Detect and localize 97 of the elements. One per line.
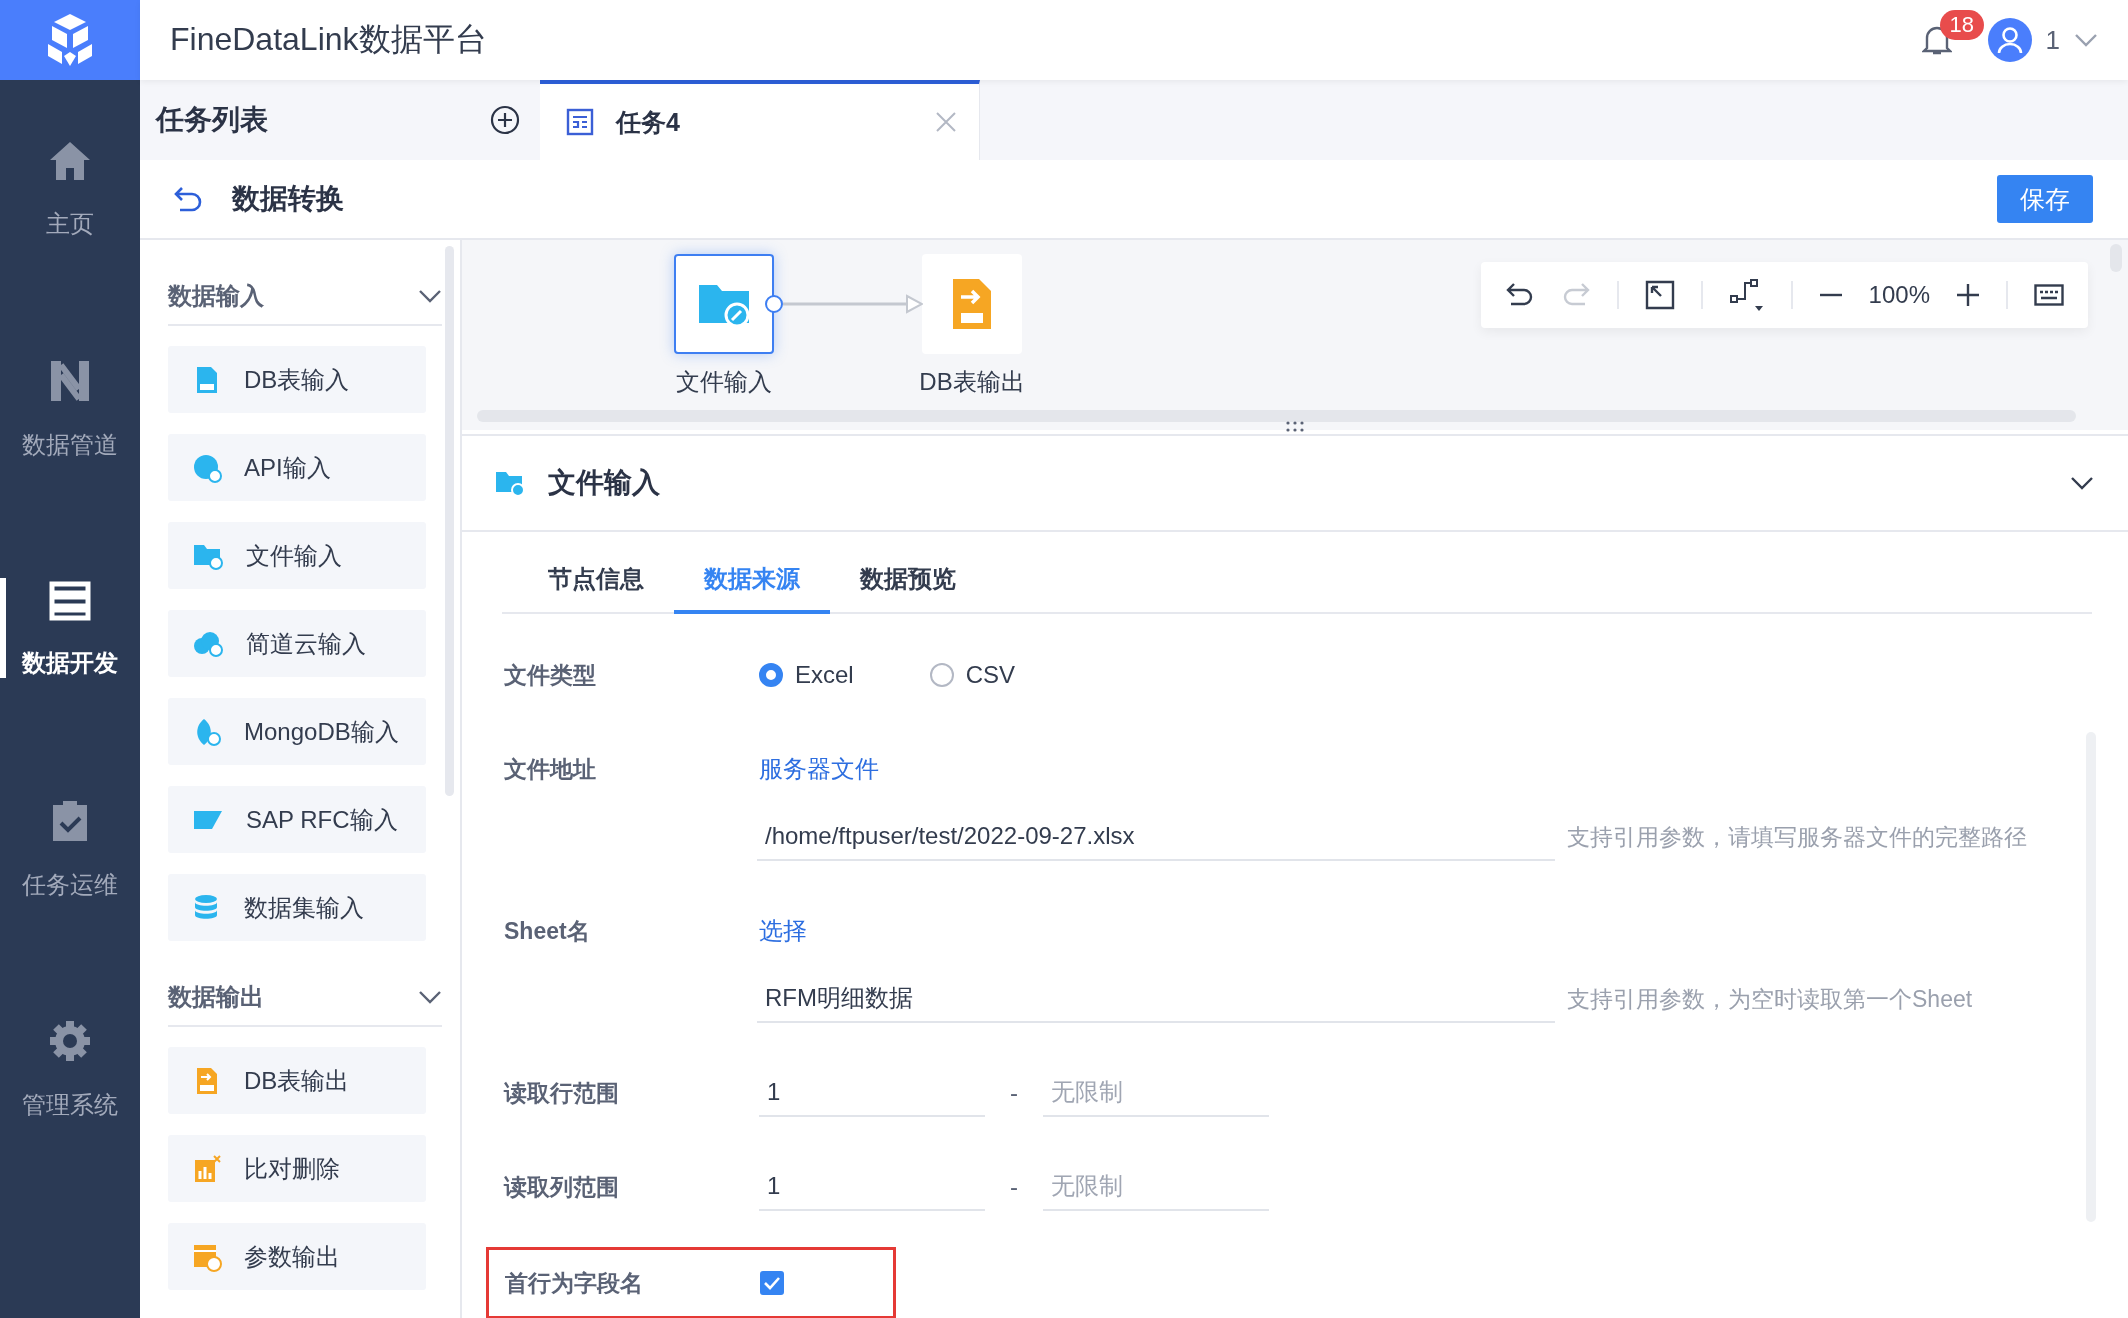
notification-badge: 18 [1939, 10, 1984, 40]
scrollbar[interactable] [445, 246, 454, 796]
folder-icon [494, 469, 526, 497]
task-list-title: 任务列表 [156, 103, 268, 137]
gear-icon [48, 1019, 92, 1063]
zoom-out-icon[interactable] [1818, 293, 1843, 297]
back-arrow-icon[interactable] [174, 186, 202, 212]
palette-section-header[interactable]: 数据输出 [168, 969, 442, 1027]
undo-icon[interactable] [1504, 282, 1535, 308]
palette-item[interactable]: API输入 [168, 434, 426, 501]
zoom-in-icon[interactable] [1956, 283, 1980, 307]
palette-item[interactable]: MongoDB输入 [168, 698, 426, 765]
checkbox[interactable] [760, 1271, 784, 1295]
palette-item[interactable]: 文件输入 [168, 522, 426, 589]
server-file-link[interactable]: 服务器文件 [759, 753, 879, 785]
flow-document-icon [566, 108, 594, 136]
drag-handle-icon[interactable] [1285, 420, 1305, 432]
palette-item-label: MongoDB输入 [244, 716, 399, 747]
app-title: FineDataLink数据平台 [170, 20, 488, 59]
flow-node[interactable] [922, 254, 1022, 354]
clipboard-check-icon [51, 799, 89, 843]
field-hint: 支持引用参数，为空时读取第一个Sheet [1567, 984, 1973, 1014]
nav-label: 数据管道 [22, 430, 118, 460]
keyboard-icon[interactable] [2034, 284, 2064, 306]
nav-label: 数据开发 [22, 648, 118, 678]
fit-view-icon[interactable] [1644, 280, 1675, 310]
palette-item-label: 参数输出 [244, 1241, 340, 1272]
field-label: Sheet名 [503, 916, 591, 946]
palette-item-label: API输入 [244, 452, 331, 483]
user-name[interactable]: 1 [2045, 24, 2060, 56]
add-circle-icon[interactable] [490, 105, 520, 135]
server-icon [49, 581, 91, 621]
node-label: 文件输入 [676, 367, 772, 397]
field-label: 文件地址 [503, 754, 597, 784]
palette-item-label: DB表输入 [244, 364, 350, 395]
palette-item-label: 简道云输入 [246, 628, 366, 659]
chevron-down-icon[interactable] [418, 990, 442, 1004]
port-handle[interactable] [765, 295, 783, 313]
task-tab[interactable]: 任务4 [540, 80, 980, 160]
nav-label: 任务运维 [22, 870, 118, 900]
nav-item[interactable]: 任务运维 [0, 740, 140, 960]
home-icon [48, 140, 92, 182]
section-title: 数据输出 [168, 982, 264, 1012]
chevron-down-icon[interactable] [2070, 476, 2094, 490]
section-title: 数据输入 [168, 281, 264, 311]
palette-item[interactable]: 比对删除 [168, 1135, 426, 1202]
panel-tab[interactable]: 节点信息 [518, 548, 674, 614]
palette-item[interactable]: 参数输出 [168, 1223, 426, 1290]
radio-label: Excel [795, 661, 854, 689]
field-label: 读取行范围 [502, 1078, 620, 1108]
panel-tab[interactable]: 数据来源 [674, 548, 830, 614]
zoom-level: 100% [1868, 281, 1930, 309]
field-label: 读取列范围 [502, 1172, 620, 1202]
palette-item-label: 数据集输入 [244, 892, 364, 923]
palette-item[interactable]: DB表输出 [168, 1047, 426, 1114]
palette-item-label: SAP RFC输入 [246, 804, 398, 835]
node-label: DB表输出 [919, 367, 1025, 397]
check-icon [763, 1276, 781, 1290]
flow-node[interactable] [674, 254, 774, 354]
palette-item[interactable]: 数据集输入 [168, 874, 426, 941]
page-title: 数据转换 [232, 182, 345, 216]
radio-button[interactable] [929, 663, 954, 687]
palette-item[interactable]: DB表输入 [168, 346, 426, 413]
bar-chart-icon [192, 1153, 222, 1184]
panel-tab[interactable]: 数据预览 [830, 548, 986, 614]
field-label: 文件类型 [503, 660, 597, 690]
chevron-down-icon[interactable] [418, 289, 442, 303]
route-line-icon[interactable] [1728, 278, 1765, 312]
radio-label: CSV [965, 661, 1016, 689]
user-avatar[interactable] [1987, 18, 2032, 62]
palette-section-header[interactable]: 数据输入 [168, 268, 442, 326]
palette-item[interactable]: 简道云输入 [168, 610, 426, 677]
field-label: 首行为字段名 [504, 1268, 644, 1298]
panel-title: 文件输入 [548, 466, 661, 500]
radio-option[interactable]: Excel [759, 661, 854, 689]
scrollbar[interactable] [477, 410, 2076, 422]
save-button[interactable]: 保存 [1997, 175, 2093, 223]
close-icon[interactable] [935, 111, 957, 133]
nav-item[interactable]: 主页 [0, 80, 140, 300]
database-export-icon [952, 279, 992, 329]
nav-label: 主页 [46, 209, 94, 239]
nav-item[interactable]: 数据管道 [0, 300, 140, 520]
nav-label: 管理系统 [22, 1090, 118, 1120]
palette-item[interactable]: SAP RFC输入 [168, 786, 426, 853]
palette-item-label: DB表输出 [244, 1065, 350, 1096]
palette-item-label: 比对删除 [244, 1153, 340, 1184]
radio-option[interactable]: CSV [929, 661, 1016, 689]
nav-item[interactable]: 管理系统 [0, 960, 140, 1180]
field-hint: 支持引用参数，请填写服务器文件的完整路径 [1567, 822, 2027, 852]
range-separator: - [1009, 1173, 1019, 1201]
nav-item[interactable]: 数据开发 [0, 520, 140, 740]
radio-button[interactable] [759, 663, 783, 687]
palette-item-label: 文件输入 [246, 540, 342, 571]
api-badge-icon [192, 452, 222, 483]
select-link[interactable]: 选择 [759, 915, 807, 947]
range-separator: - [1009, 1079, 1019, 1107]
bell-icon[interactable] [1921, 24, 1952, 56]
